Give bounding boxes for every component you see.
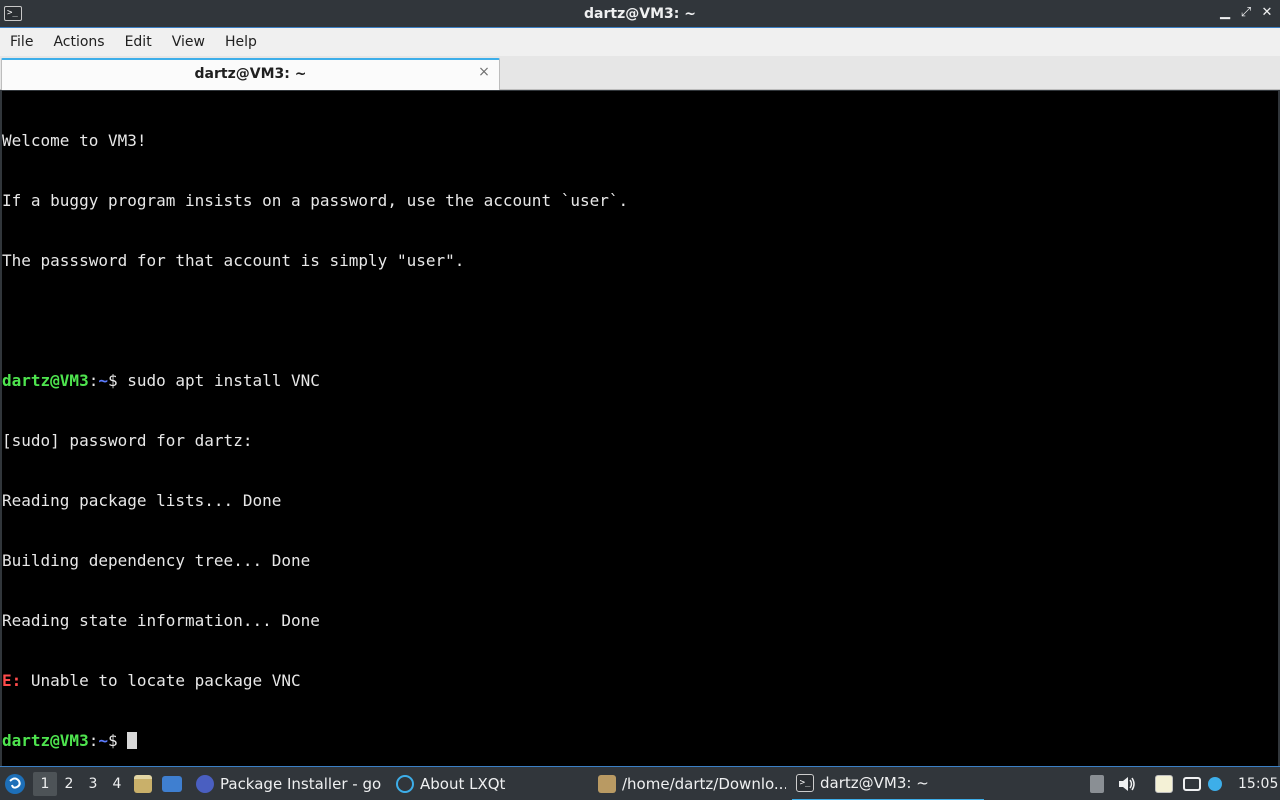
- network-button[interactable]: [1183, 767, 1205, 800]
- terminal-output[interactable]: Welcome to VM3! If a buggy program insis…: [0, 91, 1280, 766]
- command-text: sudo apt install VNC: [127, 371, 320, 390]
- lxqt-icon: [396, 775, 414, 793]
- terminal-line: Reading state information... Done: [2, 611, 320, 630]
- prompt-user: dartz@VM3: [2, 371, 89, 390]
- prompt-symbol: $: [107, 371, 128, 390]
- text-cursor: [127, 732, 138, 749]
- taskbar: 1 2 3 4 Package Installer - go... About …: [0, 766, 1280, 800]
- task-package-installer[interactable]: Package Installer - go...: [192, 767, 382, 800]
- task-file-manager[interactable]: /home/dartz/Downlo...: [594, 767, 786, 800]
- folder-icon: [134, 775, 152, 793]
- task-label: Package Installer - go...: [220, 775, 382, 793]
- prompt-separator: :: [88, 371, 99, 390]
- maximize-button[interactable]: ⤢: [1238, 5, 1254, 21]
- command-line: dartz@VM3:~$ sudo apt install VNC: [2, 371, 1278, 391]
- menu-view[interactable]: View: [162, 28, 215, 56]
- terminal-line: Reading package lists... Done: [2, 491, 282, 510]
- clipboard-button[interactable]: [1155, 767, 1177, 800]
- prompt-user: dartz@VM3: [2, 731, 89, 750]
- terminal-line: The passsword for that account is simply…: [2, 251, 465, 270]
- clipboard-icon: [1155, 775, 1173, 793]
- task-label: dartz@VM3: ~: [820, 774, 929, 792]
- minimize-button[interactable]: ▁: [1217, 5, 1233, 21]
- terminal-line: Welcome to VM3!: [2, 131, 147, 150]
- desktop-4-button[interactable]: 4: [105, 767, 129, 800]
- file-manager-icon: [598, 775, 616, 793]
- prompt-separator: :: [88, 731, 99, 750]
- show-desktop-button[interactable]: [162, 767, 184, 800]
- desktop-3-button[interactable]: 3: [81, 767, 105, 800]
- file-manager-launcher[interactable]: [134, 767, 154, 800]
- task-terminal[interactable]: >_ dartz@VM3: ~: [792, 767, 984, 800]
- lxqt-start-icon: [5, 774, 25, 794]
- notification-icon: [1208, 777, 1222, 791]
- prompt-path: ~: [98, 731, 108, 750]
- notification-button[interactable]: [1208, 767, 1228, 800]
- clock[interactable]: 15:05: [1238, 767, 1278, 800]
- menu-edit[interactable]: Edit: [115, 28, 162, 56]
- terminal-tab[interactable]: dartz@VM3: ~ ×: [1, 58, 500, 90]
- window-titlebar: >_ dartz@VM3: ~ ▁ ⤢ ✕: [0, 0, 1280, 28]
- terminal-icon: >_: [796, 774, 814, 792]
- tray-expand-button[interactable]: [1090, 767, 1108, 800]
- close-button[interactable]: ✕: [1259, 5, 1275, 21]
- task-label: /home/dartz/Downlo...: [622, 775, 786, 793]
- menu-actions[interactable]: Actions: [43, 28, 114, 56]
- desktop-2-button[interactable]: 2: [57, 767, 81, 800]
- tab-label: dartz@VM3: ~: [194, 66, 307, 82]
- network-icon: [1183, 777, 1201, 791]
- prompt-symbol: $: [107, 731, 128, 750]
- volume-button[interactable]: [1117, 767, 1139, 800]
- tab-close-icon[interactable]: ×: [477, 65, 491, 79]
- menu-file[interactable]: File: [0, 28, 43, 56]
- prompt-path: ~: [98, 371, 108, 390]
- tab-bar: dartz@VM3: ~ ×: [0, 56, 1280, 90]
- window-title: dartz@VM3: ~: [584, 6, 696, 22]
- task-about-lxqt[interactable]: About LXQt: [392, 767, 587, 800]
- menu-bar: File Actions Edit View Help: [0, 28, 1280, 56]
- desktop-icon: [162, 776, 182, 792]
- start-menu-button[interactable]: [4, 767, 28, 800]
- error-message: Unable to locate package VNC: [21, 671, 301, 690]
- active-prompt-line[interactable]: dartz@VM3:~$: [2, 731, 1278, 751]
- error-line: E: Unable to locate package VNC: [2, 671, 1278, 691]
- tray-arrow-icon: [1090, 775, 1104, 793]
- menu-help[interactable]: Help: [215, 28, 267, 56]
- terminal-line: Building dependency tree... Done: [2, 551, 311, 570]
- task-label: About LXQt: [420, 775, 506, 793]
- desktop-1-button[interactable]: 1: [33, 772, 57, 796]
- error-tag: E:: [2, 671, 22, 690]
- package-installer-icon: [196, 775, 214, 793]
- volume-icon: [1119, 777, 1135, 791]
- terminal-line: If a buggy program insists on a password…: [2, 191, 629, 210]
- terminal-line: [sudo] password for dartz:: [2, 431, 253, 450]
